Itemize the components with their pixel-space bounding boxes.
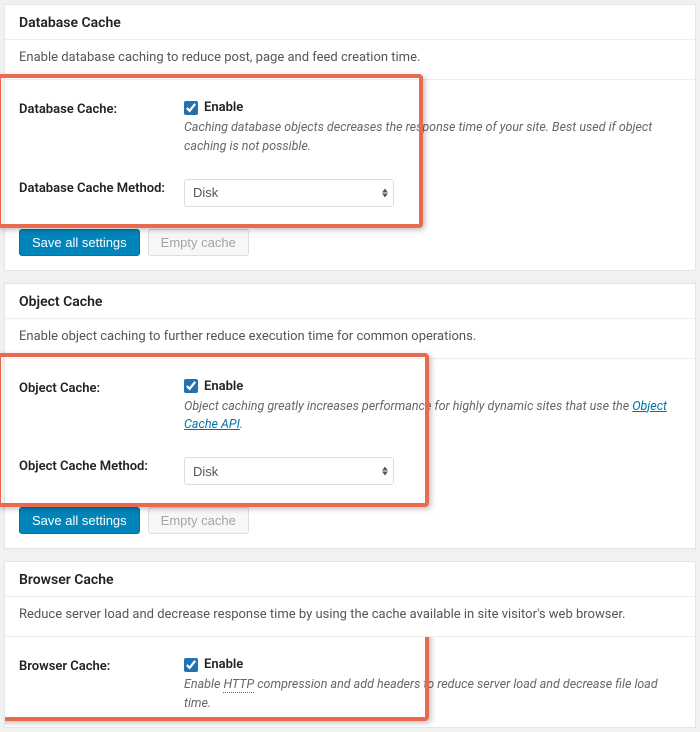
empty-cache-button[interactable]: Empty cache (148, 229, 249, 256)
checkbox-label: Enable (204, 379, 243, 394)
section-description: Enable database caching to reduce post, … (5, 40, 695, 80)
section-title: Object Cache (19, 294, 681, 310)
section-description: Reduce server load and decrease response… (5, 597, 695, 637)
object-cache-enable-checkbox[interactable] (184, 379, 198, 393)
checkbox-label: Enable (204, 100, 243, 115)
object-cache-enable-label: Object Cache: (19, 379, 184, 396)
database-cache-method-select[interactable]: Disk (184, 179, 394, 207)
section-title: Browser Cache (19, 572, 681, 588)
section-header: Object Cache (5, 284, 695, 319)
database-cache-enable-label: Database Cache: (19, 100, 184, 117)
object-cache-method-label: Object Cache Method: (19, 457, 184, 474)
section-header: Database Cache (5, 5, 695, 40)
checkbox-label: Enable (204, 657, 243, 672)
http-abbr: HTTP (223, 677, 254, 693)
browser-cache-help: Enable HTTP compression and add headers … (184, 676, 681, 714)
save-all-settings-button[interactable]: Save all settings (19, 229, 140, 256)
object-cache-help: Object caching greatly increases perform… (184, 398, 681, 436)
database-cache-help: Caching database objects decreases the r… (184, 119, 681, 157)
database-cache-enable-checkbox[interactable] (184, 101, 198, 115)
database-cache-method-label: Database Cache Method: (19, 179, 184, 196)
browser-cache-enable-checkbox[interactable] (184, 658, 198, 672)
section-header: Browser Cache (5, 562, 695, 597)
save-all-settings-button[interactable]: Save all settings (19, 507, 140, 534)
browser-cache-enable-label: Browser Cache: (19, 657, 184, 674)
object-cache-method-select[interactable]: Disk (184, 457, 394, 485)
empty-cache-button[interactable]: Empty cache (148, 507, 249, 534)
database-cache-section: Database Cache Enable database caching t… (4, 4, 696, 271)
section-description: Enable object caching to further reduce … (5, 319, 695, 359)
browser-cache-section: Browser Cache Reduce server load and dec… (4, 561, 696, 728)
object-cache-section: Object Cache Enable object caching to fu… (4, 283, 696, 550)
section-title: Database Cache (19, 15, 681, 31)
